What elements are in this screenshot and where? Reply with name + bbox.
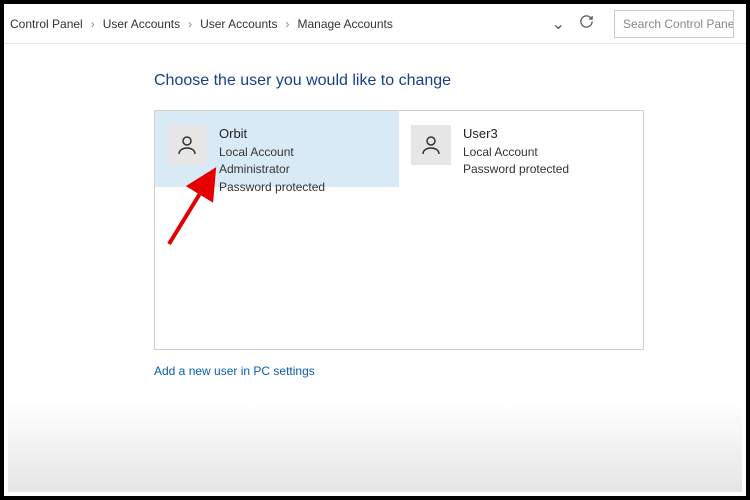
- account-details: Orbit Local Account Administrator Passwo…: [219, 125, 325, 196]
- gradient-fade: [8, 402, 742, 492]
- account-name: Orbit: [219, 125, 325, 144]
- page-title: Choose the user you would like to change: [154, 72, 722, 90]
- accounts-panel: Orbit Local Account Administrator Passwo…: [154, 110, 644, 350]
- account-status: Password protected: [463, 161, 569, 178]
- breadcrumb-item[interactable]: Manage Accounts: [297, 17, 392, 31]
- breadcrumb[interactable]: Control Panel › User Accounts › User Acc…: [10, 17, 552, 31]
- user-icon: [175, 133, 199, 157]
- chevron-right-icon: ›: [188, 17, 192, 31]
- avatar: [411, 125, 451, 165]
- account-type: Local Account: [219, 144, 325, 161]
- account-status: Password protected: [219, 179, 325, 196]
- breadcrumb-item[interactable]: Control Panel: [10, 17, 83, 31]
- account-card-user3[interactable]: User3 Local Account Password protected: [399, 111, 643, 349]
- account-role: Administrator: [219, 161, 325, 178]
- breadcrumb-item[interactable]: User Accounts: [103, 17, 180, 31]
- search-placeholder: Search Control Panel: [623, 17, 734, 31]
- address-bar: Control Panel › User Accounts › User Acc…: [4, 4, 746, 44]
- user-icon: [419, 133, 443, 157]
- chevron-down-icon[interactable]: ⌄: [552, 14, 565, 34]
- add-user-link[interactable]: Add a new user in PC settings: [154, 364, 315, 378]
- account-details: User3 Local Account Password protected: [463, 125, 569, 179]
- refresh-icon[interactable]: [579, 14, 594, 33]
- account-name: User3: [463, 125, 569, 144]
- avatar: [167, 125, 207, 165]
- account-card-orbit[interactable]: Orbit Local Account Administrator Passwo…: [155, 111, 399, 187]
- account-type: Local Account: [463, 144, 569, 161]
- nav-actions: ⌄ Search Control Panel: [552, 10, 740, 38]
- main-content: Choose the user you would like to change…: [4, 44, 746, 380]
- chevron-right-icon: ›: [285, 17, 289, 31]
- chevron-right-icon: ›: [91, 17, 95, 31]
- search-input[interactable]: Search Control Panel: [614, 10, 734, 38]
- breadcrumb-item[interactable]: User Accounts: [200, 17, 277, 31]
